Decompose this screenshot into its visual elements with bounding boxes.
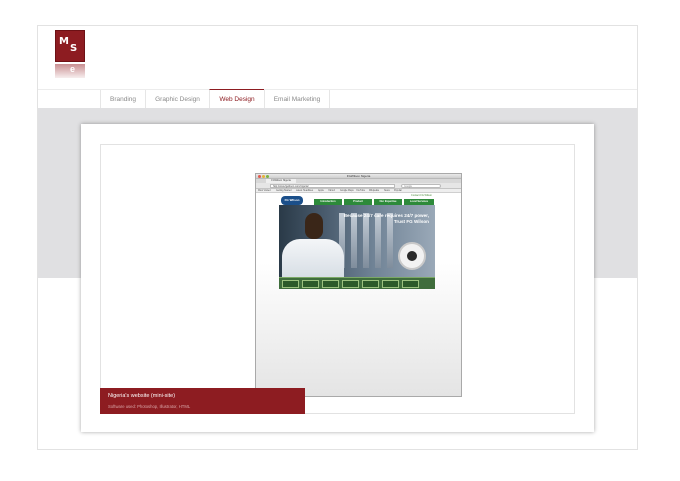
site-footer-strip	[279, 277, 435, 289]
footer-thumbnail	[382, 280, 399, 288]
logo-mark: M S	[55, 30, 85, 62]
emblem-center	[407, 251, 417, 261]
footer-thumbnail	[282, 280, 299, 288]
project-caption: Nigeria's website (mini-site) Software u…	[100, 388, 305, 414]
footer-thumbnail	[302, 280, 319, 288]
browser-search: Google	[401, 184, 441, 188]
nav-item-branding[interactable]: Branding	[100, 90, 145, 109]
caption-software: Software used: Photoshop, Illustrator, H…	[108, 404, 191, 409]
logo-reflection-letter: e	[70, 64, 76, 74]
doctor-figure	[282, 239, 344, 277]
emblem-badge-icon	[398, 242, 426, 270]
website-preview: FG Wilson Contact FG Wilson Introduction…	[279, 193, 435, 289]
site-contact-link: Contact FG Wilson	[411, 194, 432, 197]
main-nav: Branding Graphic Design Web Design Email…	[38, 89, 637, 109]
logo-letter-m: M	[59, 36, 69, 47]
site-logo[interactable]: M S e	[55, 30, 85, 78]
browser-screenshot[interactable]: FGWilson Nigeria FGWilson Nigeria http:/…	[255, 173, 462, 397]
nav-item-web-design[interactable]: Web Design	[209, 89, 264, 109]
footer-thumbnail	[322, 280, 339, 288]
fgwilson-logo: FG Wilson	[281, 196, 303, 205]
footer-thumbnail	[342, 280, 359, 288]
site-hero-image: Because 24/7 care requires 24/7 power, T…	[279, 205, 435, 277]
logo-reflection: e	[55, 64, 85, 78]
portfolio-panel: FGWilson Nigeria FGWilson Nigeria http:/…	[81, 124, 594, 432]
nav-item-email-marketing[interactable]: Email Marketing	[264, 90, 330, 109]
caption-title: Nigeria's website (mini-site)	[108, 393, 176, 399]
bookmark-item: Most Visited	[258, 190, 271, 192]
browser-url: http://www.fgwilson.com/nigeria/	[270, 184, 395, 188]
footer-thumbnail	[402, 280, 419, 288]
doctor-head	[305, 213, 323, 239]
footer-thumbnail	[362, 280, 379, 288]
portfolio-frame: FGWilson Nigeria FGWilson Nigeria http:/…	[100, 144, 575, 414]
logo-letter-s: S	[70, 43, 77, 54]
hero-text: Because 24/7 care requires 24/7 power, T…	[331, 213, 429, 225]
nav-item-graphic-design[interactable]: Graphic Design	[145, 90, 209, 109]
hero-subline: Trust FG Wilson	[393, 219, 429, 224]
